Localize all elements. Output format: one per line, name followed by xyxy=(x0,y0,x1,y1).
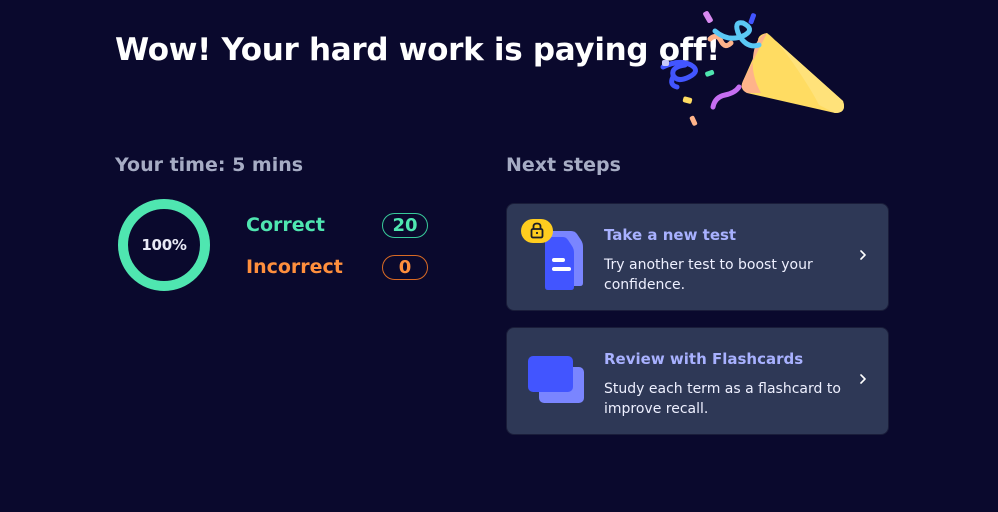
time-label: Your time: 5 mins xyxy=(115,154,304,176)
lock-icon xyxy=(521,219,553,243)
results-page: Wow! Your hard work is paying off! Your … xyxy=(0,0,998,512)
score-percent: 100% xyxy=(141,236,187,254)
next-steps-heading: Next steps xyxy=(506,154,621,176)
review-flashcards-card[interactable]: Review with Flashcards Study each term a… xyxy=(506,327,889,435)
take-new-test-card[interactable]: Take a new test Try another test to boos… xyxy=(506,203,889,311)
card-description: Study each term as a flashcard to improv… xyxy=(604,381,841,417)
chevron-right-icon xyxy=(860,250,866,260)
test-document-icon xyxy=(521,219,583,290)
incorrect-label: Incorrect xyxy=(246,256,343,278)
card-title: Take a new test xyxy=(604,226,737,244)
card-description: Try another test to boost your confidenc… xyxy=(604,257,813,293)
incorrect-row: Incorrect 0 xyxy=(246,253,430,281)
chevron-right-icon xyxy=(860,374,866,384)
incorrect-count-badge: 0 xyxy=(382,254,428,280)
correct-row: Correct 20 xyxy=(246,211,430,239)
flashcards-icon xyxy=(528,356,584,403)
party-popper-icon xyxy=(660,11,844,126)
correct-count-badge: 20 xyxy=(382,212,428,238)
page-title: Wow! Your hard work is paying off! xyxy=(115,32,721,68)
card-title: Review with Flashcards xyxy=(604,350,804,368)
correct-label: Correct xyxy=(246,214,325,236)
